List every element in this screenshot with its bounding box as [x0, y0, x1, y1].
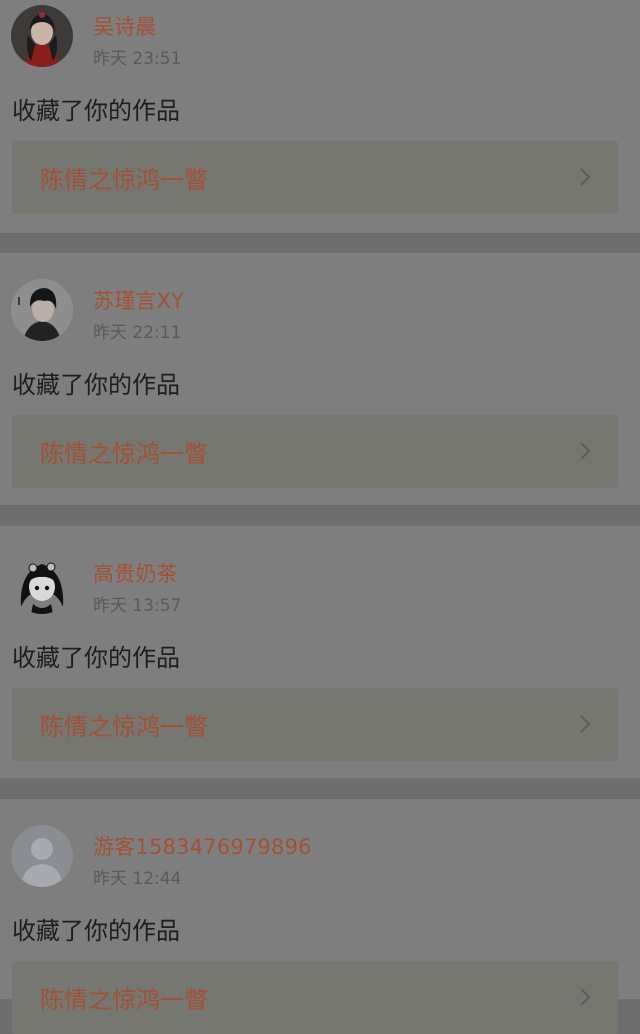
- user-name[interactable]: 高贵奶茶: [93, 558, 178, 588]
- user-name[interactable]: 苏瑾言XY: [93, 285, 184, 315]
- action-text: 收藏了你的作品: [12, 97, 180, 125]
- chevron-right-icon: [580, 168, 591, 186]
- timestamp: 昨天 23:51: [93, 49, 182, 69]
- notification-card: 游客1583476979896 昨天 12:44 收藏了你的作品 陈情之惊鸿一瞥: [0, 799, 640, 1034]
- timestamp: 昨天 13:57: [93, 596, 182, 616]
- user-avatar[interactable]: [11, 5, 73, 67]
- timestamp: 昨天 22:11: [93, 323, 182, 343]
- user-name[interactable]: 游客1583476979896: [93, 831, 312, 861]
- avatar-default-guest-icon: [11, 825, 73, 887]
- work-link[interactable]: 陈情之惊鸿一瞥: [12, 415, 618, 488]
- work-title: 陈情之惊鸿一瞥: [40, 440, 208, 468]
- notification-card: 苏瑾言XY 昨天 22:11 收藏了你的作品 陈情之惊鸿一瞥: [0, 253, 640, 505]
- work-title: 陈情之惊鸿一瞥: [40, 986, 208, 1014]
- avatar-red-costume-girl-icon: [11, 5, 73, 67]
- avatar-anime-girl-icon: [11, 552, 73, 614]
- action-text: 收藏了你的作品: [12, 644, 180, 672]
- work-title: 陈情之惊鸿一瞥: [40, 166, 208, 194]
- notification-card: 吴诗晨 昨天 23:51 收藏了你的作品 陈情之惊鸿一瞥: [0, 0, 640, 233]
- action-text: 收藏了你的作品: [12, 371, 180, 399]
- user-avatar[interactable]: [11, 825, 73, 887]
- chevron-right-icon: [580, 988, 591, 1006]
- notification-card: 高贵奶茶 昨天 13:57 收藏了你的作品 陈情之惊鸿一瞥: [0, 526, 640, 778]
- avatar-boy-dark-hair-icon: [11, 279, 73, 341]
- user-avatar[interactable]: [11, 279, 73, 341]
- chevron-right-icon: [580, 442, 591, 460]
- work-link[interactable]: 陈情之惊鸿一瞥: [12, 688, 618, 761]
- work-link[interactable]: 陈情之惊鸿一瞥: [12, 141, 618, 214]
- chevron-right-icon: [580, 715, 591, 733]
- work-title: 陈情之惊鸿一瞥: [40, 713, 208, 741]
- user-avatar[interactable]: [11, 552, 73, 614]
- timestamp: 昨天 12:44: [93, 869, 182, 889]
- work-link[interactable]: 陈情之惊鸿一瞥: [12, 961, 618, 1034]
- user-name[interactable]: 吴诗晨: [93, 11, 157, 41]
- action-text: 收藏了你的作品: [12, 917, 180, 945]
